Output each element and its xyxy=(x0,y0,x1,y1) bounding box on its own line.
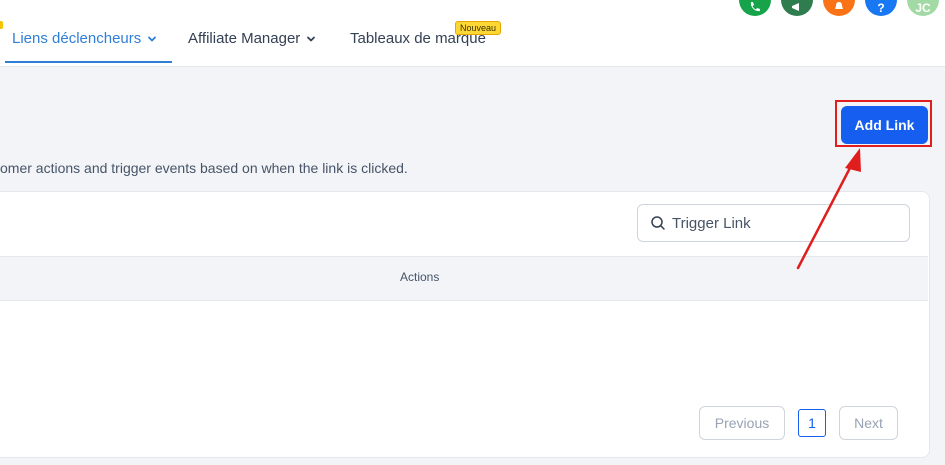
annotation-arrow xyxy=(796,148,861,270)
